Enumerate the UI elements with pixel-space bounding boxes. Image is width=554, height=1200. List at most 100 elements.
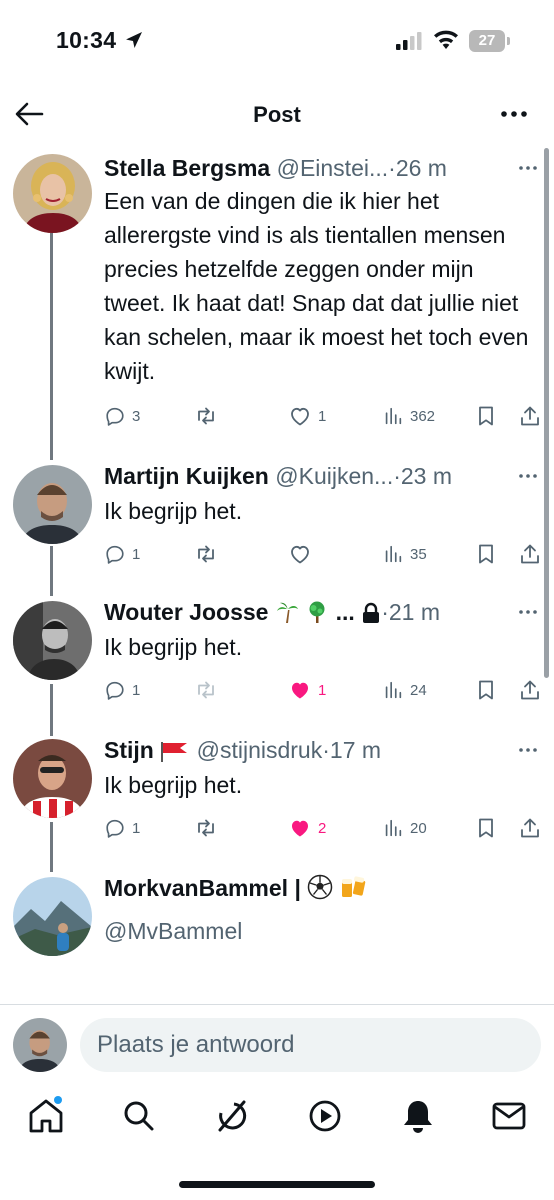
- tweet-header: Wouter Joosse ... ·21 m: [104, 596, 504, 628]
- like-button[interactable]: [288, 538, 318, 570]
- retweet-button[interactable]: [194, 538, 224, 570]
- cellular-signal-icon: [396, 32, 422, 50]
- retweet-button[interactable]: [194, 674, 224, 706]
- avatar[interactable]: [13, 601, 92, 680]
- separator-dot: ·: [381, 599, 389, 625]
- display-name[interactable]: MorkvanBammel |: [104, 875, 301, 901]
- tweet-actions: 3 1 362: [100, 400, 550, 432]
- my-avatar[interactable]: [13, 1018, 67, 1072]
- tweet-text: Ik begrijp het.: [104, 634, 243, 660]
- location-arrow-icon: [126, 32, 142, 48]
- display-name[interactable]: Stella Bergsma: [104, 155, 270, 181]
- view-count: 24: [410, 681, 427, 699]
- timestamp[interactable]: 21 m: [389, 599, 440, 625]
- home-indicator[interactable]: [179, 1181, 375, 1188]
- share-icon: [521, 406, 539, 426]
- grok-icon[interactable]: [212, 1096, 252, 1136]
- bookmark-button[interactable]: [474, 674, 498, 706]
- tweet-text: Ik begrijp het.: [104, 772, 243, 798]
- separator-dot: ·: [388, 155, 396, 181]
- reply-button[interactable]: 1: [104, 538, 140, 570]
- red-flag-emoji: [160, 738, 190, 766]
- like-icon: [292, 682, 308, 699]
- like-count: 1: [318, 681, 327, 699]
- bookmark-icon: [479, 406, 493, 426]
- timestamp[interactable]: 17 m: [330, 737, 381, 763]
- views-button[interactable]: 35: [382, 538, 427, 570]
- views-icon: [385, 681, 402, 699]
- tweet-header: Stijn @stijnisdruk·17 m: [104, 734, 504, 766]
- more-icon[interactable]: [512, 462, 544, 490]
- timestamp[interactable]: 26 m: [396, 155, 447, 181]
- user-handle[interactable]: @stijnisdruk: [197, 737, 323, 763]
- more-icon[interactable]: [496, 98, 532, 130]
- wifi-icon: [434, 30, 458, 49]
- bookmark-button[interactable]: [474, 812, 498, 844]
- avatar[interactable]: [13, 877, 92, 956]
- reply-icon: [106, 407, 124, 426]
- retweet-button[interactable]: [194, 812, 224, 844]
- lock-icon: [361, 600, 381, 628]
- display-name[interactable]: Stijn: [104, 737, 154, 763]
- user-handle[interactable]: @Kuijken...: [275, 463, 393, 489]
- tweet[interactable]: Wouter Joosse ... ·21 m Ik begrijp het. …: [0, 596, 554, 720]
- timestamp[interactable]: 23 m: [401, 463, 452, 489]
- bookmark-button[interactable]: [474, 400, 498, 432]
- retweet-icon: [198, 545, 214, 563]
- avatar[interactable]: [13, 739, 92, 818]
- share-button[interactable]: [518, 812, 542, 844]
- more-icon[interactable]: [512, 736, 544, 764]
- share-button[interactable]: [518, 538, 542, 570]
- user-handle[interactable]: @MvBammel: [104, 914, 534, 948]
- share-button[interactable]: [518, 674, 542, 706]
- tweet-header: Martijn Kuijken @Kuijken...·23 m: [104, 460, 504, 492]
- tweet-actions: 1 2 20: [100, 812, 550, 844]
- retweet-button[interactable]: [194, 400, 224, 432]
- reply-input[interactable]: Plaats je antwoord: [80, 1018, 541, 1072]
- reply-icon: [106, 545, 124, 564]
- like-button[interactable]: 2: [288, 812, 326, 844]
- tweet[interactable]: Stijn @stijnisdruk·17 m Ik begrijp het. …: [0, 734, 554, 858]
- user-handle[interactable]: @Einstei...: [277, 155, 389, 181]
- search-icon[interactable]: [119, 1096, 159, 1136]
- separator-dot: ·: [393, 463, 401, 489]
- notifications-icon[interactable]: [398, 1096, 438, 1136]
- view-count: 20: [410, 819, 427, 837]
- tweet-actions: 1 35: [100, 538, 550, 570]
- reply-button[interactable]: 1: [104, 812, 140, 844]
- bookmark-button[interactable]: [474, 538, 498, 570]
- like-button[interactable]: 1: [288, 400, 326, 432]
- notification-dot: [54, 1096, 62, 1104]
- tweet-actions: 1 1 24: [100, 674, 550, 706]
- reply-divider: [0, 1004, 554, 1005]
- separator-dot: ·: [322, 737, 330, 763]
- reply-count: 1: [132, 545, 141, 563]
- reply-button[interactable]: 1: [104, 674, 140, 706]
- more-icon[interactable]: [512, 154, 544, 182]
- battery-tip: [507, 37, 510, 45]
- tweet-text: Ik begrijp het.: [104, 498, 243, 524]
- battery-indicator: 27: [469, 30, 505, 52]
- tweet[interactable]: Martijn Kuijken @Kuijken...·23 m Ik begr…: [0, 460, 554, 584]
- views-button[interactable]: 24: [382, 674, 427, 706]
- views-button[interactable]: 20: [382, 812, 427, 844]
- like-count: 1: [318, 407, 327, 425]
- more-icon[interactable]: [512, 598, 544, 626]
- view-count: 35: [410, 545, 427, 563]
- avatar[interactable]: [13, 465, 92, 544]
- messages-icon[interactable]: [489, 1096, 529, 1136]
- video-icon[interactable]: [305, 1096, 345, 1136]
- like-button[interactable]: 1: [288, 674, 326, 706]
- avatar[interactable]: [13, 154, 92, 233]
- tweet-text: Een van de dingen die ik hier het allere…: [104, 188, 529, 384]
- reply-count: 1: [132, 681, 141, 699]
- views-button[interactable]: 362: [382, 400, 435, 432]
- display-name[interactable]: Martijn Kuijken: [104, 463, 269, 489]
- reply-count: 3: [132, 407, 141, 425]
- reply-button[interactable]: 3: [104, 400, 140, 432]
- share-button[interactable]: [518, 400, 542, 432]
- display-name[interactable]: Wouter Joosse: [104, 599, 268, 625]
- tweet[interactable]: MorkvanBammel | @MvBammel: [0, 872, 554, 972]
- tweet-header: Stella Bergsma @Einstei...·26 m: [104, 152, 504, 184]
- tweet[interactable]: Stella Bergsma @Einstei...·26 m Een van …: [0, 152, 554, 442]
